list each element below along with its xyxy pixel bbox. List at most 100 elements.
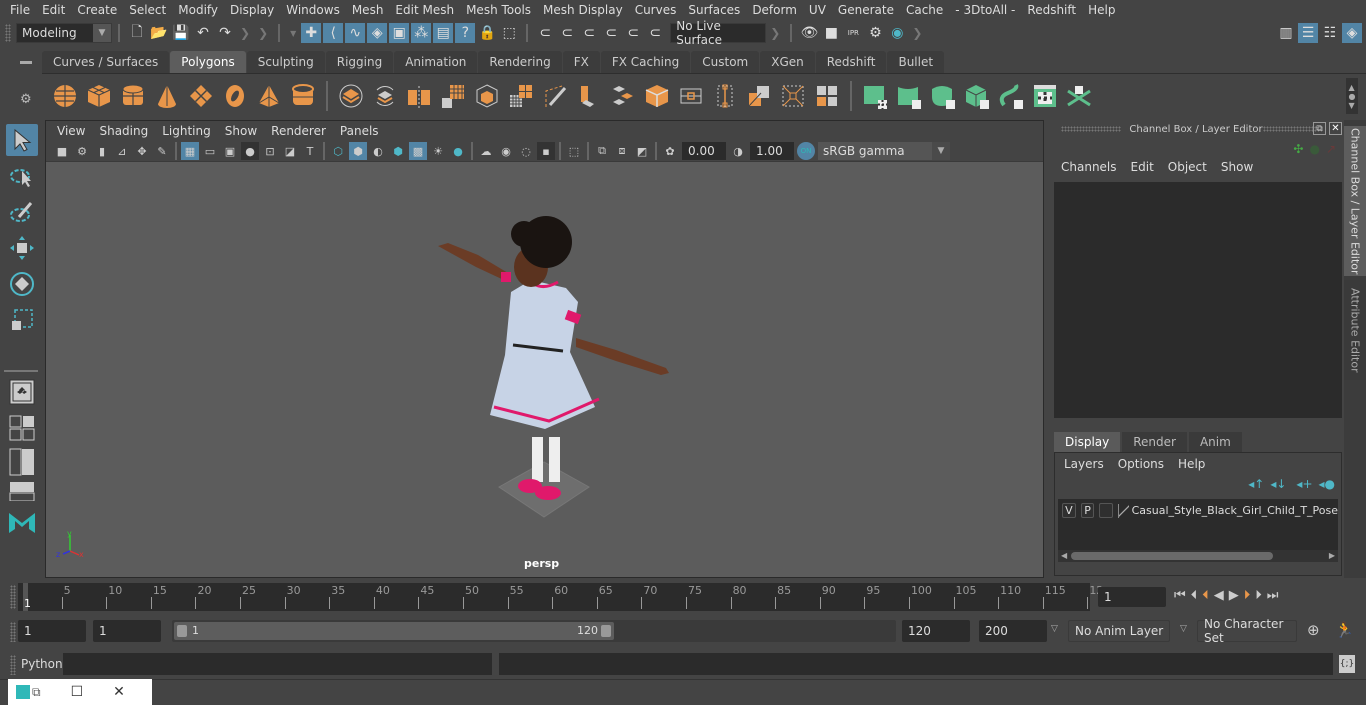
snap-curve-icon[interactable]: ⊂ bbox=[557, 23, 577, 43]
object-menu[interactable]: Object bbox=[1161, 160, 1214, 174]
timeline-track[interactable]: 1 5 10 15 20 25 30 35 40 45 50 55 60 65 70 75 80 85 90 95 1… bbox=[18, 583, 1103, 611]
anim-layer-dropdown[interactable]: No Anim Layer bbox=[1068, 620, 1170, 642]
combine-icon[interactable] bbox=[336, 81, 366, 111]
side-tab-channel-box[interactable]: Channel Box / Layer Editor bbox=[1344, 126, 1366, 276]
uv-automatic-icon[interactable] bbox=[962, 81, 992, 111]
select-surface-icon[interactable]: ◈ bbox=[367, 23, 388, 43]
range-start-handle[interactable] bbox=[177, 625, 187, 637]
menu-3dtoall[interactable]: - 3DtoAll - bbox=[949, 3, 1021, 17]
shelf-tab-fx-caching[interactable]: FX Caching bbox=[600, 51, 691, 73]
menu-edit-mesh[interactable]: Edit Mesh bbox=[389, 3, 460, 17]
menu-uv[interactable]: UV bbox=[803, 3, 832, 17]
uv-layout-icon[interactable] bbox=[1064, 81, 1094, 111]
poly-plane-icon[interactable] bbox=[186, 81, 216, 111]
safe-title-icon[interactable]: T bbox=[301, 142, 319, 160]
persp-graph-layout-icon[interactable] bbox=[6, 480, 38, 502]
ipr-render-icon[interactable]: IPR bbox=[843, 23, 863, 43]
select-by-hierarchy-icon[interactable]: ✚ bbox=[301, 23, 322, 43]
viewport-menu-renderer[interactable]: Renderer bbox=[264, 124, 333, 138]
render-frame-icon[interactable]: ■ bbox=[821, 23, 841, 43]
exposure-icon[interactable]: ✿ bbox=[661, 142, 679, 160]
viewport-menu-lighting[interactable]: Lighting bbox=[155, 124, 218, 138]
drag-handle[interactable] bbox=[5, 24, 11, 42]
channels-menu[interactable]: Channels bbox=[1054, 160, 1124, 174]
grid-toggle-icon[interactable]: ▦ bbox=[181, 142, 199, 160]
shelf-settings-gear-icon[interactable]: ⚙ bbox=[20, 92, 32, 107]
uv-editor-icon[interactable] bbox=[1030, 81, 1060, 111]
uv-cylindrical-icon[interactable] bbox=[894, 81, 924, 111]
select-highlight-icon[interactable]: ⬚ bbox=[499, 23, 519, 43]
poly-cylinder-icon[interactable] bbox=[118, 81, 148, 111]
film-gate-icon[interactable]: ▭ bbox=[201, 142, 219, 160]
shelf-tab-polygons[interactable]: Polygons bbox=[170, 51, 246, 73]
show-menu[interactable]: Show bbox=[1214, 160, 1260, 174]
layer-playback-toggle[interactable]: P bbox=[1080, 503, 1095, 518]
step-back-frame-icon[interactable]: ⏴ bbox=[1191, 588, 1198, 603]
menu-surfaces[interactable]: Surfaces bbox=[682, 3, 746, 17]
dropdown-arrow-icon[interactable]: ▼ bbox=[290, 29, 296, 38]
safe-action-icon[interactable]: ◪ bbox=[281, 142, 299, 160]
drag-handle[interactable] bbox=[1061, 126, 1121, 132]
isolate-select-icon[interactable]: ⬚ bbox=[565, 142, 583, 160]
mirror-icon[interactable] bbox=[404, 81, 434, 111]
menu-create[interactable]: Create bbox=[71, 3, 123, 17]
scroll-right-icon[interactable]: ▶ bbox=[1329, 551, 1335, 560]
live-surface-field[interactable]: No Live Surface bbox=[670, 19, 767, 47]
shelf-tab-custom[interactable]: Custom bbox=[691, 51, 760, 73]
snap-grid-icon[interactable]: ⊂ bbox=[535, 23, 555, 43]
grease-pencil-icon[interactable]: ✎ bbox=[153, 142, 171, 160]
drag-handle[interactable] bbox=[10, 655, 16, 675]
select-deformation-icon[interactable]: ▣ bbox=[389, 23, 410, 43]
menu-help[interactable]: Help bbox=[1082, 3, 1121, 17]
bridge-icon[interactable] bbox=[608, 81, 638, 111]
edit-menu[interactable]: Edit bbox=[1124, 160, 1161, 174]
character-set-dropdown[interactable]: No Character Set bbox=[1197, 617, 1297, 645]
paint-select-icon[interactable] bbox=[6, 196, 38, 228]
resolution-gate-icon[interactable]: ▣ bbox=[221, 142, 239, 160]
edge-loop-icon[interactable] bbox=[676, 81, 706, 111]
go-to-end-icon[interactable]: ⏭ bbox=[1267, 588, 1279, 603]
lock-icon[interactable]: 🔒 bbox=[477, 23, 497, 43]
step-forward-frame-icon[interactable]: ⏵ bbox=[1255, 588, 1262, 603]
four-view-layout-icon[interactable] bbox=[6, 412, 38, 444]
poly-sphere-icon[interactable] bbox=[50, 81, 80, 111]
scale-tool-icon[interactable] bbox=[6, 304, 38, 336]
select-rendering-icon[interactable]: ▤ bbox=[433, 23, 454, 43]
auto-key-icon[interactable]: ⊕ bbox=[1307, 621, 1320, 639]
menu-mesh[interactable]: Mesh bbox=[346, 3, 390, 17]
poke-face-icon[interactable] bbox=[812, 81, 842, 111]
poly-torus-icon[interactable] bbox=[220, 81, 250, 111]
xray-components-icon[interactable]: ◩ bbox=[633, 142, 651, 160]
color-space-dropdown[interactable]: sRGB gamma ▼ bbox=[818, 142, 950, 160]
camera-select-icon[interactable]: ■ bbox=[53, 142, 71, 160]
viewport-menu-show[interactable]: Show bbox=[218, 124, 264, 138]
channel-box-toggle-icon[interactable]: ◈ bbox=[1342, 23, 1362, 43]
restore-window-icon[interactable]: ⧉ bbox=[32, 685, 41, 700]
uv-unfold-icon[interactable] bbox=[996, 81, 1026, 111]
new-layer-from-selected-icon[interactable]: ◂● bbox=[1319, 477, 1336, 491]
layer-color-swatch[interactable] bbox=[1118, 503, 1129, 518]
shelf-tab-rendering[interactable]: Rendering bbox=[478, 51, 562, 73]
undo-icon[interactable]: ↶ bbox=[193, 23, 213, 43]
collapse-arrow-icon[interactable]: ❯ bbox=[912, 26, 922, 40]
viewport-menu-view[interactable]: View bbox=[50, 124, 92, 138]
menu-cache[interactable]: Cache bbox=[900, 3, 949, 17]
close-panel-icon[interactable]: ✕ bbox=[1329, 122, 1342, 135]
extrude-icon[interactable] bbox=[574, 81, 604, 111]
menu-modify[interactable]: Modify bbox=[172, 3, 224, 17]
select-by-component-icon[interactable]: ⟨ bbox=[323, 23, 344, 43]
poly-cube-icon[interactable] bbox=[84, 81, 114, 111]
layer-tab-anim[interactable]: Anim bbox=[1188, 432, 1242, 452]
xray-joints-icon[interactable]: ⧈ bbox=[613, 142, 631, 160]
menu-windows[interactable]: Windows bbox=[280, 3, 346, 17]
drag-handle[interactable] bbox=[10, 622, 16, 642]
maximize-window-icon[interactable]: ☐ bbox=[71, 684, 84, 700]
gamma-icon[interactable]: ◑ bbox=[729, 142, 747, 160]
script-language-label[interactable]: Python bbox=[21, 657, 63, 671]
poly-pyramid-icon[interactable] bbox=[254, 81, 284, 111]
poly-pipe-icon[interactable] bbox=[288, 81, 318, 111]
viewport-menu-panels[interactable]: Panels bbox=[333, 124, 386, 138]
script-editor-icon[interactable]: {;} bbox=[1339, 655, 1355, 673]
step-back-key-icon[interactable]: ⏴ bbox=[1202, 588, 1209, 603]
layer-visibility-toggle[interactable]: V bbox=[1062, 503, 1076, 518]
